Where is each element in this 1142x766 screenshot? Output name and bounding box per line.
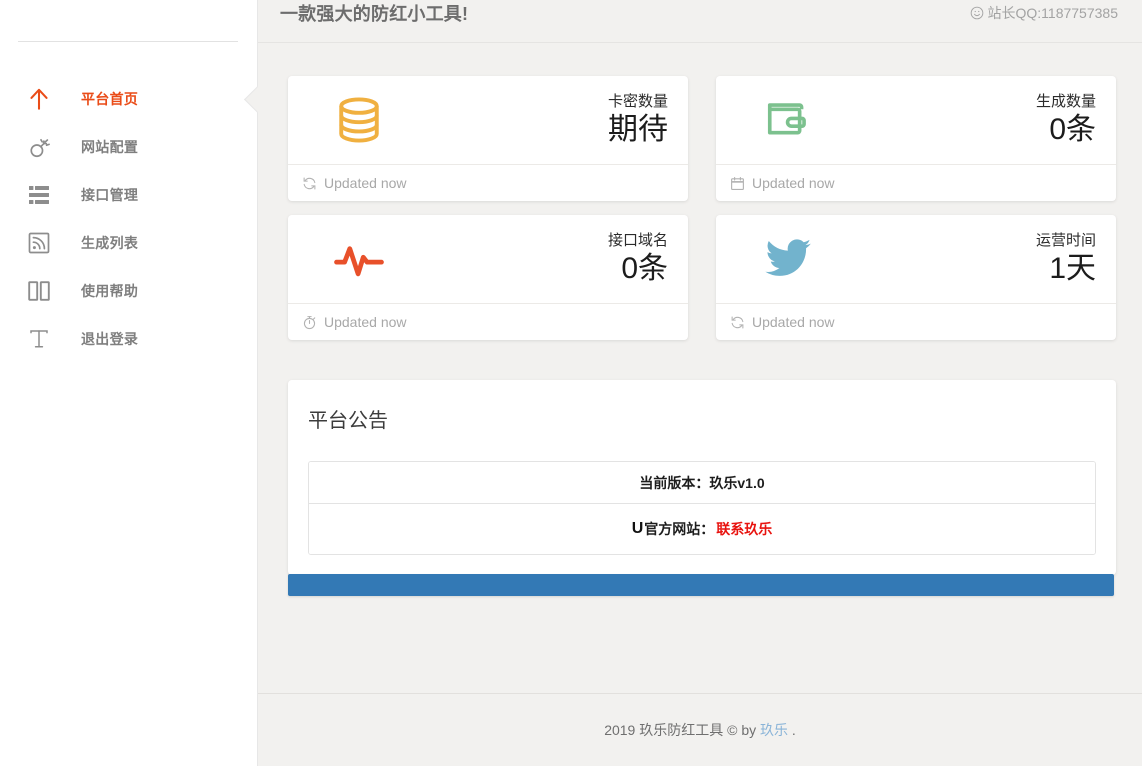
contact-text: 站长QQ:1187757385 xyxy=(988,3,1119,23)
sidebar-item-logout[interactable]: 退出登录 xyxy=(0,315,258,363)
sidebar: 平台首页 网站配置 xyxy=(0,0,258,766)
card-footer: Updated now xyxy=(288,303,688,340)
card-footer: Updated now xyxy=(288,164,688,201)
stat-card-operating-time[interactable]: 运营时间 1天 Updated xyxy=(716,215,1116,340)
arrow-up-icon xyxy=(20,82,58,116)
card-label: 生成数量 xyxy=(842,92,1096,112)
official-site-label: 官方网站： xyxy=(644,519,714,539)
wallet-icon xyxy=(732,88,842,152)
stat-cards: 卡密数量 期待 Updated xyxy=(288,76,1116,354)
card-body: 运营时间 1天 xyxy=(716,215,1116,303)
card-footer-text: Updated now xyxy=(752,314,835,330)
card-figures: 卡密数量 期待 xyxy=(414,92,672,148)
card-footer: Updated now xyxy=(716,164,1116,201)
stat-card-row: 卡密数量 期待 Updated xyxy=(288,76,1116,201)
card-value: 0条 xyxy=(414,251,668,287)
sidebar-divider xyxy=(18,41,238,42)
sidebar-item-generate-list[interactable]: 生成列表 xyxy=(0,219,258,267)
sidebar-nav: 平台首页 网站配置 xyxy=(0,75,258,363)
sidebar-item-label: 平台首页 xyxy=(81,89,138,109)
footer: 2019 玖乐防红工具 © by 玖乐 . xyxy=(258,693,1142,766)
smile-icon xyxy=(970,6,984,20)
card-value: 1天 xyxy=(842,251,1096,287)
app-root: 平台首页 网站配置 xyxy=(0,0,1142,766)
version-text: 当前版本：玖乐v1.0 xyxy=(639,473,764,493)
blue-progress-bar[interactable] xyxy=(288,574,1114,596)
sidebar-item-label: 使用帮助 xyxy=(81,281,138,301)
bomb-icon xyxy=(20,130,58,164)
contact-link[interactable]: 联系玖乐 xyxy=(716,519,772,539)
card-body: 生成数量 0条 xyxy=(716,76,1116,164)
magnet-icon: U xyxy=(632,521,644,537)
sidebar-item-label: 生成列表 xyxy=(81,233,138,253)
footer-prefix: 2019 玖乐防红工具 © by xyxy=(604,722,760,738)
sidebar-item-site-config[interactable]: 网站配置 xyxy=(0,123,258,171)
card-label: 接口域名 xyxy=(414,231,668,251)
sidebar-item-label: 网站配置 xyxy=(81,137,138,157)
main-content: 一款强大的防红小工具! 站长QQ:1187757385 xyxy=(258,0,1142,766)
panel-title: 平台公告 xyxy=(308,398,1096,433)
sidebar-item-interface-manage[interactable]: 接口管理 xyxy=(0,171,258,219)
sidebar-item-label: 接口管理 xyxy=(81,185,138,205)
card-label: 运营时间 xyxy=(842,231,1096,251)
twitter-bird-icon xyxy=(732,227,842,291)
stat-card-card-secret-count[interactable]: 卡密数量 期待 Updated xyxy=(288,76,688,201)
sidebar-item-help[interactable]: 使用帮助 xyxy=(0,267,258,315)
columns-icon xyxy=(20,274,58,308)
database-icon xyxy=(304,88,414,152)
stat-card-row: 接口域名 0条 xyxy=(288,215,1116,340)
sidebar-item-home[interactable]: 平台首页 xyxy=(0,75,258,123)
refresh-icon xyxy=(302,176,317,191)
card-footer-text: Updated now xyxy=(324,175,407,191)
card-footer-text: Updated now xyxy=(752,175,835,191)
contact-info: 站长QQ:1187757385 xyxy=(970,3,1119,23)
card-value: 期待 xyxy=(414,112,668,148)
card-figures: 运营时间 1天 xyxy=(842,231,1100,287)
topbar: 一款强大的防红小工具! 站长QQ:1187757385 xyxy=(258,0,1142,43)
card-value: 0条 xyxy=(842,112,1096,148)
list-alt-icon xyxy=(20,178,58,212)
card-figures: 接口域名 0条 xyxy=(414,231,672,287)
footer-link[interactable]: 玖乐 xyxy=(760,722,788,738)
card-body: 卡密数量 期待 xyxy=(288,76,688,164)
list-item-version: 当前版本：玖乐v1.0 xyxy=(309,462,1095,503)
calendar-icon xyxy=(730,176,745,191)
stat-card-generated-count[interactable]: 生成数量 0条 Updated xyxy=(716,76,1116,201)
card-figures: 生成数量 0条 xyxy=(842,92,1100,148)
pulse-icon xyxy=(304,227,414,291)
sidebar-item-label: 退出登录 xyxy=(81,329,138,349)
stopwatch-icon xyxy=(302,315,317,330)
card-label: 卡密数量 xyxy=(414,92,668,112)
refresh-icon xyxy=(730,315,745,330)
page-title: 一款强大的防红小工具! xyxy=(280,0,468,26)
footer-text: 2019 玖乐防红工具 © by 玖乐 . xyxy=(604,720,796,740)
card-body: 接口域名 0条 xyxy=(288,215,688,303)
rss-square-icon xyxy=(20,226,58,260)
announcement-list: 当前版本：玖乐v1.0 U 官方网站： 联系玖乐 xyxy=(308,461,1096,555)
text-height-icon xyxy=(20,322,58,356)
stat-card-interface-domain[interactable]: 接口域名 0条 xyxy=(288,215,688,340)
card-footer-text: Updated now xyxy=(324,314,407,330)
card-footer: Updated now xyxy=(716,303,1116,340)
announcement-panel: 平台公告 当前版本：玖乐v1.0 U 官方网站： 联系玖乐 xyxy=(288,380,1116,575)
footer-suffix: . xyxy=(788,722,796,738)
list-item-official-site: U 官方网站： 联系玖乐 xyxy=(309,503,1095,554)
